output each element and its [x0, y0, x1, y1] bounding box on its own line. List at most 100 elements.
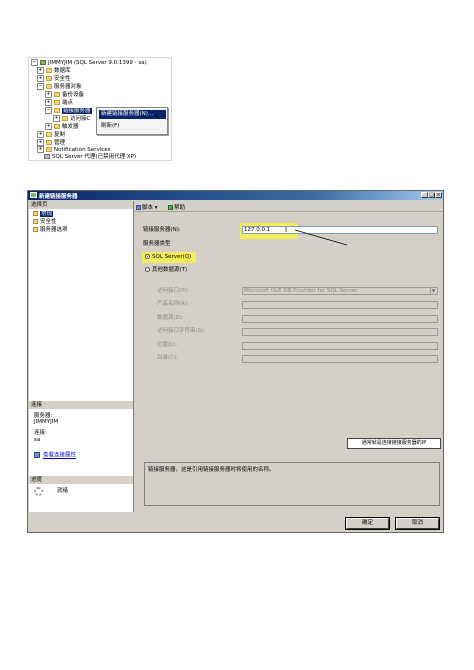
collapse-icon[interactable]: −: [37, 83, 44, 90]
expand-icon[interactable]: +: [37, 146, 44, 153]
connection-header: 连接: [29, 401, 133, 409]
ok-button[interactable]: 确定: [345, 517, 390, 530]
tree-node-endpoints[interactable]: + 端点: [45, 99, 73, 107]
expand-icon[interactable]: +: [37, 75, 44, 82]
tree-node-label: 备份设备: [62, 92, 85, 98]
folder-icon: [54, 108, 60, 113]
folder-icon: [46, 76, 52, 81]
expand-icon[interactable]: +: [37, 67, 44, 74]
radio-label: SQL Server(Q): [152, 254, 192, 260]
radio-other-data-source[interactable]: 其他数据源(T): [145, 267, 187, 274]
tree-node-replication[interactable]: + 复制: [37, 131, 65, 139]
data-source-input[interactable]: [242, 315, 438, 323]
radio-unselected-icon: [145, 267, 150, 272]
folder-icon: [46, 147, 52, 152]
tree-node-databases[interactable]: + 数据库: [37, 67, 71, 75]
folder-icon: [46, 140, 52, 145]
expand-icon[interactable]: +: [45, 123, 52, 130]
tree-node-label: 访问接C: [70, 116, 91, 122]
page-label: 服务器选项: [40, 227, 68, 233]
page-label: 常规: [40, 211, 54, 217]
tree-node-label: 服务器对象: [54, 84, 82, 90]
script-button[interactable]: 脚本 ▾: [136, 203, 158, 211]
tree-node-sql-agent[interactable]: SQL Server 代理(已禁用代理 XP): [44, 153, 136, 161]
new-linked-server-dialog: 新建链接服务器 _ □ × 选择页 常规 安全性 服务器选项 连接 服务器: J…: [27, 190, 444, 533]
tree-node-label: 数据库: [54, 68, 71, 74]
tree-node-triggers[interactable]: + 触发器: [45, 123, 79, 131]
tree-node-label: 复制: [54, 132, 66, 138]
connection-caption: 连接:: [34, 430, 47, 436]
radio-selected-icon: [145, 254, 150, 259]
progress-status: 就绪: [57, 488, 69, 494]
tree-node-label: JIMMYJIM (SQL Server 9.0.1399 - sa): [48, 60, 147, 66]
provider-value: Microsoft OLE DB Provider for SQL Server: [244, 288, 358, 294]
properties-icon: [34, 452, 40, 458]
text-cursor-icon: I: [285, 226, 288, 234]
location-label: 位置(L):: [157, 342, 178, 348]
catalog-input[interactable]: [242, 355, 438, 363]
dropdown-arrow-icon[interactable]: ▾: [155, 205, 158, 211]
script-icon: [136, 205, 141, 210]
maximize-button[interactable]: □: [428, 192, 435, 198]
callout-arrow: [294, 229, 348, 246]
location-input[interactable]: [242, 342, 438, 350]
page-general[interactable]: 常规: [33, 211, 54, 218]
tree-node-providers[interactable]: + 访问接C: [53, 115, 90, 123]
view-connection-properties-link[interactable]: 查看连接属性: [34, 452, 76, 460]
product-name-input[interactable]: [242, 301, 438, 309]
cancel-button[interactable]: 取消: [395, 517, 440, 530]
collapse-icon[interactable]: −: [45, 107, 52, 114]
data-source-label: 数据源(D):: [157, 315, 184, 321]
tree-node-backup-devices[interactable]: + 备份设备: [45, 91, 84, 99]
select-page-header: 选择页: [29, 201, 133, 209]
page-icon: [33, 219, 38, 224]
description-panel: 链接服务器，这是引用链接服务器时将使用的名称。: [144, 462, 440, 506]
mouse-cursor-icon: ↖: [154, 112, 161, 121]
provider-string-input[interactable]: [242, 328, 438, 336]
page-icon: [33, 227, 38, 232]
folder-icon: [62, 116, 68, 121]
minimize-button[interactable]: _: [421, 192, 428, 198]
expand-icon[interactable]: +: [37, 131, 44, 138]
page-server-options[interactable]: 服务器选项: [33, 227, 68, 234]
page-label: 安全性: [40, 219, 57, 225]
provider-select[interactable]: Microsoft OLE DB Provider for SQL Server…: [242, 287, 438, 295]
folder-icon: [46, 68, 52, 73]
server-type-label: 服务器类型: [143, 241, 171, 247]
tree-node-label: 安全性: [54, 76, 71, 82]
close-button[interactable]: ×: [435, 192, 442, 198]
dropdown-arrow-icon[interactable]: ▼: [430, 288, 436, 294]
script-label: 脚本: [142, 205, 154, 211]
tree-node-linked-servers[interactable]: − 链接服务器: [45, 107, 92, 115]
help-button[interactable]: 帮助: [168, 203, 185, 211]
provider-string-label: 访问接口字符串(S):: [157, 328, 206, 334]
radio-sql-server[interactable]: SQL Server(Q): [145, 254, 191, 261]
menu-item-refresh[interactable]: 刷新(F): [99, 122, 166, 131]
tree-node-label: 链接服务器: [62, 108, 92, 114]
progress-spinner-icon: [34, 487, 43, 496]
tree-node-server[interactable]: − JIMMYJIM (SQL Server 9.0.1399 - sa): [31, 59, 147, 67]
expand-icon[interactable]: +: [53, 115, 60, 122]
left-pane: 选择页 常规 安全性 服务器选项 连接 服务器: JIMMYJIM 连接: sa…: [29, 201, 134, 512]
collapse-icon[interactable]: −: [31, 59, 38, 66]
linked-server-label: 链接服务器(N):: [143, 227, 181, 233]
connection-value: sa: [34, 437, 41, 443]
dialog-icon: [30, 192, 37, 198]
folder-icon: [54, 92, 60, 97]
expand-icon[interactable]: +: [37, 139, 44, 146]
server-value: JIMMYJIM: [34, 419, 59, 425]
annotation-callout: 通常就是连接链接服务器的IP: [347, 438, 441, 449]
tree-node-security[interactable]: + 安全性: [37, 75, 71, 83]
help-label: 帮助: [174, 205, 186, 211]
tree-node-server-objects[interactable]: − 服务器对象: [37, 83, 82, 91]
expand-icon[interactable]: +: [45, 99, 52, 106]
product-name-label: 产品名称(R):: [157, 301, 189, 307]
help-icon: [168, 205, 173, 210]
expand-icon[interactable]: +: [45, 91, 52, 98]
folder-icon: [54, 100, 60, 105]
agent-icon: [44, 154, 50, 159]
page-security[interactable]: 安全性: [33, 219, 57, 226]
title-bar[interactable]: 新建链接服务器 _ □ ×: [28, 191, 443, 200]
link-text: 查看连接属性: [43, 452, 77, 459]
catalog-label: 目录(C):: [157, 355, 178, 361]
